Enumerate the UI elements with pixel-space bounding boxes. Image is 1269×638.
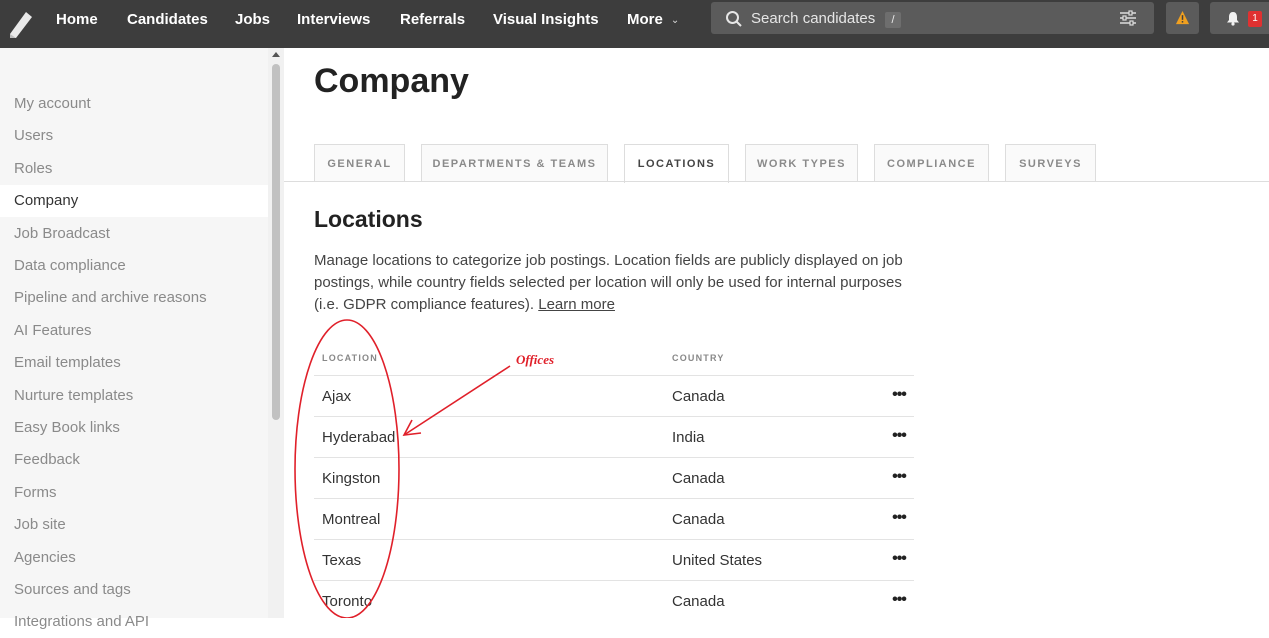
search-bar[interactable]: / bbox=[711, 2, 1154, 34]
sidebar-item-my-account[interactable]: My account bbox=[0, 88, 268, 120]
column-header-country: COUNTRY bbox=[672, 353, 725, 363]
country-cell: Canada bbox=[672, 511, 725, 528]
location-cell: Montreal bbox=[322, 511, 381, 528]
nav-interviews[interactable]: Interviews bbox=[297, 0, 370, 40]
nav-referrals[interactable]: Referrals bbox=[400, 0, 465, 40]
nav-visual-insights[interactable]: Visual Insights bbox=[493, 0, 599, 40]
location-cell: Texas bbox=[322, 552, 362, 569]
annotation-label: Offices bbox=[516, 352, 555, 367]
row-actions-button[interactable]: ••• bbox=[888, 549, 910, 569]
country-cell: Canada bbox=[672, 593, 725, 610]
location-cell: Toronto bbox=[322, 593, 373, 610]
page-title: Company bbox=[314, 62, 469, 100]
country-cell: Canada bbox=[672, 470, 725, 487]
sidebar-item-pipeline-reasons[interactable]: Pipeline and archive reasons bbox=[0, 282, 268, 314]
sidebar-item-agencies[interactable]: Agencies bbox=[0, 542, 268, 574]
nav-more-label: More bbox=[627, 11, 663, 28]
filter-icon[interactable] bbox=[1118, 9, 1138, 27]
notifications-button[interactable]: 1 bbox=[1210, 2, 1269, 34]
sidebar-item-data-compliance[interactable]: Data compliance bbox=[0, 250, 268, 282]
sidebar-item-sources-tags[interactable]: Sources and tags bbox=[0, 574, 268, 606]
chevron-down-icon: ⌄ bbox=[670, 15, 680, 26]
bell-icon bbox=[1227, 12, 1239, 26]
location-cell: Kingston bbox=[322, 470, 381, 487]
sidebar-item-company[interactable]: Company bbox=[0, 185, 268, 217]
location-cell: Hyderabad bbox=[322, 429, 396, 446]
row-actions-button[interactable]: ••• bbox=[888, 590, 910, 610]
settings-sidebar: My account Users Roles Company Job Broad… bbox=[0, 48, 284, 630]
tab-locations[interactable]: LOCATIONS bbox=[624, 144, 729, 183]
nav-candidates[interactable]: Candidates bbox=[127, 0, 208, 40]
row-actions-button[interactable]: ••• bbox=[888, 508, 910, 528]
sidebar-item-users[interactable]: Users bbox=[0, 120, 268, 152]
tab-work-types[interactable]: WORK TYPES bbox=[745, 144, 858, 182]
table-row: Kingston Canada ••• bbox=[314, 457, 914, 498]
table-row: Hyderabad India ••• bbox=[314, 416, 914, 457]
table-row: Toronto Canada ••• bbox=[314, 580, 914, 621]
sidebar-item-email-templates[interactable]: Email templates bbox=[0, 347, 268, 379]
scroll-up-arrow-icon[interactable] bbox=[272, 52, 280, 57]
sidebar-item-job-site[interactable]: Job site bbox=[0, 509, 268, 541]
column-header-location: LOCATION bbox=[322, 353, 378, 363]
country-cell: United States bbox=[672, 552, 763, 569]
row-actions-button[interactable]: ••• bbox=[888, 467, 910, 487]
row-actions-button[interactable]: ••• bbox=[888, 426, 910, 446]
country-cell: India bbox=[672, 429, 705, 446]
table-row: Montreal Canada ••• bbox=[314, 498, 914, 539]
location-cell: Ajax bbox=[322, 388, 352, 405]
sidebar-item-ai-features[interactable]: AI Features bbox=[0, 315, 268, 347]
sidebar-item-nurture-templates[interactable]: Nurture templates bbox=[0, 380, 268, 412]
learn-more-link[interactable]: Learn more bbox=[538, 296, 615, 313]
tab-divider bbox=[284, 181, 1269, 182]
tab-departments-teams[interactable]: DEPARTMENTS & TEAMS bbox=[421, 144, 608, 182]
top-navbar: Home Candidates Jobs Interviews Referral… bbox=[0, 0, 1269, 48]
nav-more[interactable]: More ⌄ bbox=[627, 0, 679, 40]
sidebar-item-feedback[interactable]: Feedback bbox=[0, 444, 268, 476]
table-row: Texas United States ••• bbox=[314, 539, 914, 580]
tab-compliance[interactable]: COMPLIANCE bbox=[874, 144, 989, 182]
search-icon bbox=[726, 11, 742, 27]
notification-badge: 1 bbox=[1248, 11, 1262, 27]
warning-icon bbox=[1175, 10, 1190, 25]
sidebar-item-job-broadcast[interactable]: Job Broadcast bbox=[0, 218, 268, 250]
sidebar-item-integrations-api[interactable]: Integrations and API bbox=[0, 606, 268, 638]
tab-surveys[interactable]: SURVEYS bbox=[1005, 144, 1096, 182]
section-description: Manage locations to categorize job posti… bbox=[314, 250, 904, 316]
sidebar-item-forms[interactable]: Forms bbox=[0, 477, 268, 509]
country-cell: Canada bbox=[672, 388, 725, 405]
section-title: Locations bbox=[314, 206, 423, 232]
nav-jobs[interactable]: Jobs bbox=[235, 0, 270, 40]
table-row: Ajax Canada ••• bbox=[314, 375, 914, 416]
sidebar-scrollbar[interactable] bbox=[268, 48, 284, 618]
scrollbar-thumb[interactable] bbox=[272, 64, 280, 420]
search-input[interactable] bbox=[751, 4, 1091, 32]
search-shortcut-hint: / bbox=[885, 12, 901, 28]
warning-button[interactable] bbox=[1166, 2, 1199, 34]
tab-general[interactable]: GENERAL bbox=[314, 144, 405, 182]
logo-icon[interactable] bbox=[8, 8, 34, 38]
sidebar-item-easy-book-links[interactable]: Easy Book links bbox=[0, 412, 268, 444]
nav-home[interactable]: Home bbox=[56, 0, 98, 40]
row-actions-button[interactable]: ••• bbox=[888, 385, 910, 405]
sidebar-item-roles[interactable]: Roles bbox=[0, 153, 268, 185]
